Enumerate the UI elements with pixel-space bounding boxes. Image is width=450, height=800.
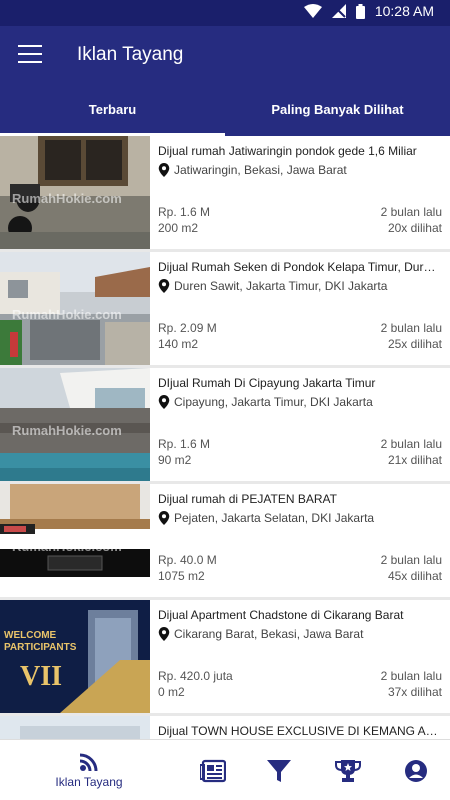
watermark: RumahHokie.com	[12, 423, 122, 438]
listing-title: Dijual rumah Jatiwaringin pondok gede 1,…	[158, 144, 417, 158]
nav-label: Iklan Tayang	[55, 775, 123, 789]
location-pin-icon	[158, 511, 170, 525]
listing-photo	[0, 716, 150, 739]
listing-title: Dijual rumah di PEJATEN BARAT	[158, 492, 337, 506]
listing-size: 200 m2	[158, 221, 199, 235]
status-time: 10:28 AM	[374, 3, 434, 19]
listing-posted: 2 bulan lalu	[380, 437, 442, 451]
menu-icon[interactable]	[18, 45, 42, 65]
listing-size: 1075 m2	[158, 569, 205, 583]
status-bar: 10:28 AM	[0, 0, 450, 26]
listing-price: Rp. 420.0 juta	[158, 669, 233, 683]
listing-location: Pejaten, Jakarta Selatan, DKI Jakarta	[174, 511, 375, 525]
nav-iklan-tayang[interactable]: Iklan Tayang	[52, 740, 126, 800]
filter-icon	[267, 759, 291, 782]
listing-posted: 2 bulan lalu	[380, 669, 442, 683]
banner-line2: PARTICIPANTS	[4, 642, 77, 653]
listing-views: 21x dilihat	[387, 453, 442, 467]
app-bar: Iklan Tayang Terbaru Paling Banyak Dilih…	[0, 26, 450, 136]
listing-title: Dijual Apartment Chadstone di Cikarang B…	[158, 608, 404, 622]
listing-title: DIjual Rumah Di Cipayung Jakarta Timur	[158, 376, 376, 390]
listing-title: Dijual Rumah Seken di Pondok Kelapa Timu…	[158, 260, 442, 274]
battery-icon	[355, 3, 365, 19]
tab-bar: Terbaru Paling Banyak Dilihat	[0, 94, 450, 136]
listing-photo: RumahHokie.com	[0, 136, 150, 249]
nav-news[interactable]	[198, 740, 228, 800]
trophy-icon	[335, 759, 361, 782]
listing-photo: RumahHokie.com	[0, 368, 150, 481]
nav-account[interactable]	[401, 740, 431, 800]
location-pin-icon	[158, 279, 170, 293]
watermark: RumahHokie.com	[12, 307, 122, 322]
list-item[interactable]: RumahHokie.com Dijual rumah di PEJATEN B…	[0, 484, 450, 597]
listing-photo: RumahHokie.com	[0, 484, 150, 597]
nav-filter[interactable]	[264, 740, 294, 800]
listing-size: 90 m2	[158, 453, 192, 467]
listing-photo: WELCOME PARTICIPANTS VII	[0, 600, 150, 713]
nav-ranking[interactable]	[333, 740, 363, 800]
list-item[interactable]: Dijual TOWN HOUSE EXCLUSIVE DI KEMANG AM…	[0, 716, 450, 739]
wifi-icon	[303, 4, 322, 18]
list-item[interactable]: RumahHokie.com Dijual rumah Jatiwaringin…	[0, 136, 450, 249]
listing-views: 37x dilihat	[387, 685, 442, 699]
listing-list[interactable]: RumahHokie.com Dijual rumah Jatiwaringin…	[0, 136, 450, 739]
listing-location: Cipayung, Jakarta Timur, DKI Jakarta	[174, 395, 373, 409]
listing-title: Dijual TOWN HOUSE EXCLUSIVE DI KEMANG AM…	[158, 724, 442, 738]
tab-terbaru[interactable]: Terbaru	[0, 94, 225, 136]
listing-location: Duren Sawit, Jakarta Timur, DKI Jakarta	[174, 279, 388, 293]
bottom-nav: Iklan Tayang	[0, 739, 450, 800]
listing-price: Rp. 1.6 M	[158, 437, 211, 451]
no-signal-icon	[331, 4, 346, 18]
location-pin-icon	[158, 163, 170, 177]
listing-posted: 2 bulan lalu	[380, 321, 442, 335]
list-item[interactable]: RumahHokie.com DIjual Rumah Di Cipayung …	[0, 368, 450, 481]
listing-price: Rp. 2.09 M	[158, 321, 217, 335]
listing-photo: RumahHokie.com	[0, 252, 150, 365]
newspaper-icon	[200, 759, 226, 782]
listing-price: Rp. 40.0 M	[158, 553, 217, 567]
listing-location: Jatiwaringin, Bekasi, Jawa Barat	[174, 163, 347, 177]
listing-size: 140 m2	[158, 337, 199, 351]
rss-icon	[79, 753, 98, 772]
list-item[interactable]: RumahHokie.com Dijual Rumah Seken di Pon…	[0, 252, 450, 365]
watermark: RumahHokie.com	[12, 539, 122, 554]
listing-posted: 2 bulan lalu	[380, 553, 442, 567]
listing-price: Rp. 1.6 M	[158, 205, 211, 219]
banner-line3: VII	[20, 661, 62, 692]
listing-views: 25x dilihat	[387, 337, 442, 351]
listing-location: Cikarang Barat, Bekasi, Jawa Barat	[174, 627, 364, 641]
account-icon	[405, 759, 427, 782]
listing-size: 0 m2	[158, 685, 185, 699]
listing-posted: 2 bulan lalu	[380, 205, 442, 219]
location-pin-icon	[158, 395, 170, 409]
listing-views: 45x dilihat	[387, 569, 442, 583]
watermark: RumahHokie.com	[12, 191, 122, 206]
banner-line1: WELCOME	[4, 630, 57, 641]
tab-paling-banyak-dilihat[interactable]: Paling Banyak Dilihat	[225, 94, 450, 136]
location-pin-icon	[158, 627, 170, 641]
page-title: Iklan Tayang	[77, 44, 184, 65]
list-item[interactable]: WELCOME PARTICIPANTS VII Dijual Apartmen…	[0, 600, 450, 713]
listing-views: 20x dilihat	[387, 221, 442, 235]
